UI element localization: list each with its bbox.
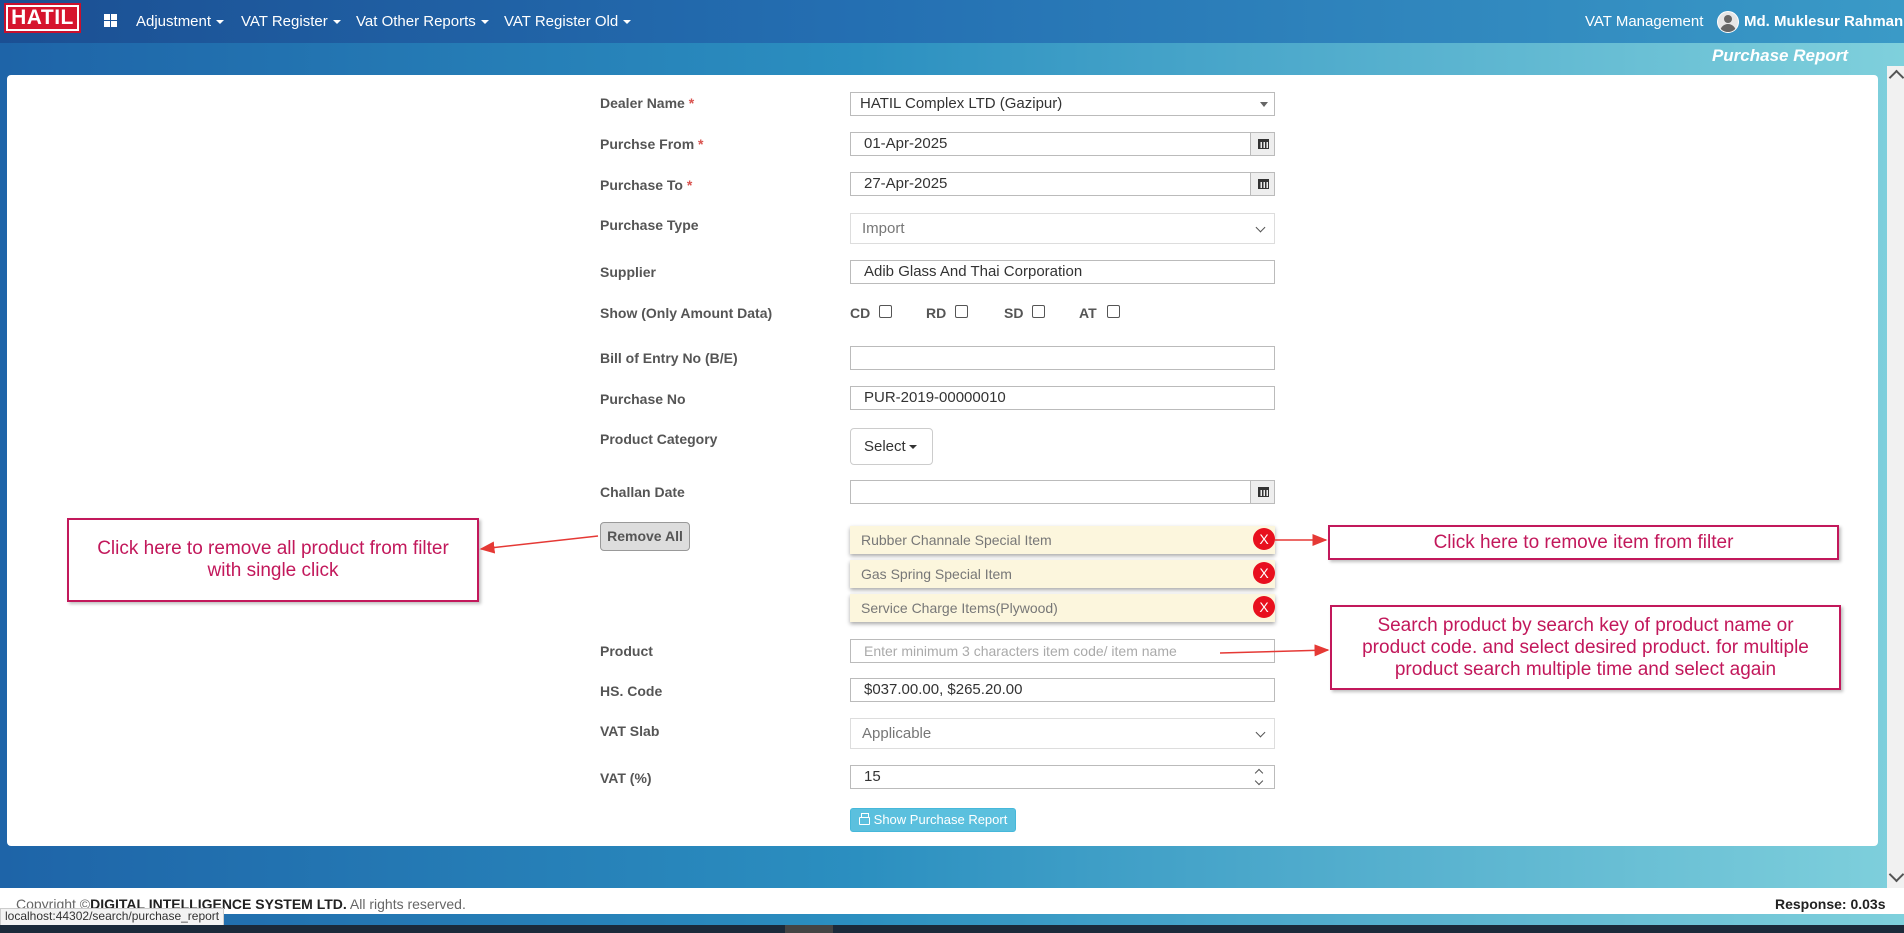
purchase-no-input[interactable]: PUR-2019-00000010 [850, 386, 1275, 410]
challan-date-input[interactable] [850, 480, 1251, 504]
caret-down-icon [480, 20, 489, 25]
response-time: Response: 0.03s [1775, 896, 1886, 912]
purchase-to-calendar-button[interactable] [1250, 172, 1275, 196]
selected-item-name: Service Charge Items(Plywood) [861, 600, 1058, 616]
cd-checkbox[interactable] [879, 305, 892, 318]
apps-grid-icon[interactable] [104, 14, 117, 27]
caret-down-icon [332, 20, 341, 25]
sd-checkbox-label: SD [1004, 305, 1024, 321]
user-name[interactable]: Md. Muklesur Rahman [1744, 0, 1903, 43]
remove-item-button[interactable]: X [1253, 562, 1275, 584]
bill-of-entry-label: Bill of Entry No (B/E) [600, 350, 738, 366]
caret-down-icon [908, 445, 917, 450]
selected-item: Service Charge Items(Plywood) X [850, 594, 1275, 622]
product-search-input[interactable]: Enter minimum 3 characters item code/ it… [850, 639, 1275, 663]
scroll-up-icon[interactable] [1888, 69, 1904, 86]
hs-code-label: HS. Code [600, 683, 663, 699]
menu-vat-register[interactable]: VAT Register [241, 0, 341, 43]
calendar-icon [1258, 179, 1269, 189]
sd-checkbox[interactable] [1032, 305, 1045, 318]
purchase-type-label: Purchase Type [600, 217, 699, 233]
product-category-label: Product Category [600, 431, 718, 447]
supplier-input[interactable]: Adib Glass And Thai Corporation [850, 260, 1275, 284]
hatil-logo[interactable]: HATIL [4, 3, 81, 33]
remove-item-button[interactable]: X [1253, 596, 1275, 618]
cd-checkbox-label: CD [850, 305, 871, 321]
caret-down-icon [216, 20, 225, 25]
bill-of-entry-input[interactable] [850, 346, 1275, 370]
calendar-icon [1258, 139, 1269, 149]
menu-adjustment[interactable]: Adjustment [136, 0, 225, 43]
scroll-down-icon[interactable] [1888, 866, 1904, 883]
remove-all-button[interactable]: Remove All [600, 522, 690, 551]
number-stepper[interactable] [1252, 768, 1266, 786]
footer: Copyright ©DIGITAL INTELLIGENCE SYSTEM L… [0, 888, 1904, 914]
rd-checkbox[interactable] [955, 305, 968, 318]
module-link[interactable]: VAT Management [1585, 0, 1703, 43]
sub-header [0, 43, 1904, 71]
callout-remove-all: Click here to remove all product from fi… [67, 518, 479, 602]
purchase-type-select[interactable]: Import [850, 213, 1275, 244]
at-checkbox[interactable] [1107, 305, 1120, 318]
purchase-to-label: Purchase To * [600, 177, 693, 193]
page-scrollbar[interactable] [1887, 66, 1904, 888]
rd-checkbox-label: RD [926, 305, 947, 321]
purchase-from-input[interactable]: 01-Apr-2025 [850, 132, 1251, 156]
calendar-icon [1258, 487, 1269, 497]
purchase-from-label: Purchse From * [600, 136, 704, 152]
show-amount-label: Show (Only Amount Data) [600, 305, 773, 321]
vat-percent-label: VAT (%) [600, 770, 652, 786]
selected-item-name: Rubber Channale Special Item [861, 532, 1052, 548]
dealer-select[interactable]: HATIL Complex LTD (Gazipur) [850, 92, 1275, 116]
vat-percent-input[interactable]: 15 [850, 765, 1275, 789]
supplier-label: Supplier [600, 264, 657, 280]
remove-item-button[interactable]: X [1253, 528, 1275, 550]
product-label: Product [600, 643, 653, 659]
vat-slab-label: VAT Slab [600, 723, 660, 739]
purchase-from-calendar-button[interactable] [1250, 132, 1275, 156]
selected-item: Rubber Channale Special Item X [850, 526, 1275, 554]
challan-date-calendar-button[interactable] [1250, 480, 1275, 504]
taskbar [0, 925, 1904, 933]
vat-slab-select[interactable]: Applicable [850, 718, 1275, 749]
top-navbar: HATIL Adjustment VAT Register Vat Other … [0, 0, 1904, 43]
dealer-label: Dealer Name * [600, 95, 695, 111]
selected-item: Gas Spring Special Item X [850, 560, 1275, 588]
page-title: Purchase Report [1711, 46, 1848, 65]
caret-down-icon [623, 20, 632, 25]
purchase-to-input[interactable]: 27-Apr-2025 [850, 172, 1251, 196]
selected-item-name: Gas Spring Special Item [861, 566, 1012, 582]
hs-code-input[interactable]: $037.00.00, $265.20.00 [850, 678, 1275, 702]
show-purchase-report-button[interactable]: Show Purchase Report [850, 808, 1016, 832]
print-icon [858, 812, 870, 825]
menu-vat-register-old[interactable]: VAT Register Old [504, 0, 632, 43]
product-category-dropdown[interactable]: Select [850, 428, 933, 465]
at-checkbox-label: AT [1079, 305, 1097, 321]
user-avatar-icon[interactable] [1717, 11, 1739, 33]
challan-date-label: Challan Date [600, 484, 685, 500]
callout-remove-item: Click here to remove item from filter [1328, 525, 1839, 560]
logo-text: HATIL [8, 7, 77, 29]
callout-product-search: Search product by search key of product … [1330, 605, 1841, 690]
menu-vat-other-reports[interactable]: Vat Other Reports [356, 0, 489, 43]
purchase-no-label: Purchase No [600, 391, 686, 407]
